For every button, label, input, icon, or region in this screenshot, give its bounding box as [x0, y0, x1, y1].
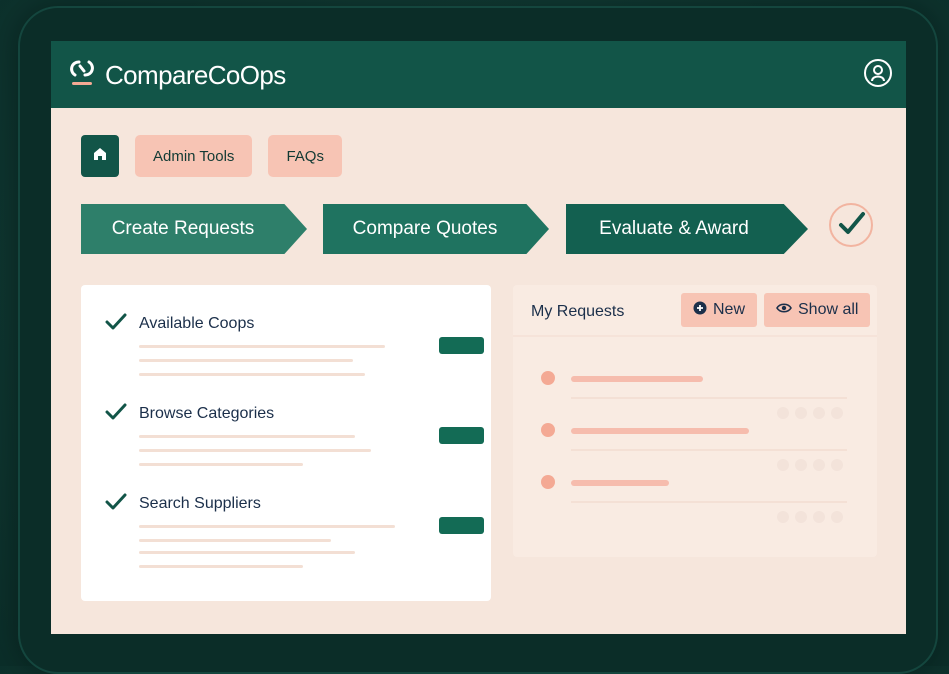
step-evaluate-award[interactable]: Evaluate & Award: [566, 204, 808, 254]
check-icon: [105, 313, 127, 336]
placeholder-line: [571, 501, 847, 503]
eye-icon: [776, 301, 792, 319]
placeholder-line: [139, 345, 385, 348]
show-all-button[interactable]: Show all: [764, 293, 871, 327]
rating-stars: [777, 459, 843, 471]
brand[interactable]: CompareCoOps: [69, 57, 286, 93]
request-status-dot: [541, 423, 555, 437]
request-placeholder-bar: [571, 428, 749, 434]
task-title: Search Suppliers: [139, 495, 261, 512]
top-bar: CompareCoOps: [51, 41, 906, 108]
admin-tools-button[interactable]: Admin Tools: [135, 135, 253, 177]
home-icon: [92, 146, 108, 167]
show-all-label: Show all: [798, 301, 859, 318]
request-placeholder-bar: [571, 376, 703, 382]
placeholder-line: [139, 373, 365, 376]
placeholder-line: [571, 397, 847, 399]
task-action-button[interactable]: [439, 337, 484, 354]
step-create-requests[interactable]: Create Requests: [81, 204, 307, 254]
check-icon: [105, 403, 127, 426]
request-status-dot: [541, 475, 555, 489]
placeholder-line: [139, 525, 395, 528]
new-request-button[interactable]: New: [681, 293, 758, 327]
plus-circle-icon: [693, 301, 707, 320]
task-title: Available Coops: [139, 315, 255, 332]
nav-bar: Admin Tools FAQs: [81, 135, 342, 177]
faqs-button[interactable]: FAQs: [268, 135, 342, 177]
placeholder-line: [139, 565, 303, 568]
placeholder-line: [139, 449, 371, 452]
app-screen: CompareCoOps Admin Tools FAQs Create Req…: [51, 41, 906, 634]
step-label: Compare Quotes: [352, 218, 498, 239]
my-requests-title: My Requests: [531, 303, 625, 320]
home-button[interactable]: [81, 135, 119, 177]
placeholder-line: [139, 539, 331, 542]
task-title: Browse Categories: [139, 405, 275, 422]
check-icon: [105, 493, 127, 516]
link-logo-icon: [69, 58, 95, 93]
rating-stars: [777, 511, 843, 523]
placeholder-line: [139, 435, 355, 438]
my-requests-panel: My Requests New Show all: [513, 285, 877, 557]
step-compare-quotes[interactable]: Compare Quotes: [323, 204, 549, 254]
request-placeholder-bar: [571, 480, 669, 486]
placeholder-line: [139, 359, 353, 362]
task-action-button[interactable]: [439, 427, 484, 444]
placeholder-line: [139, 551, 355, 554]
request-status-dot: [541, 371, 555, 385]
placeholder-line: [139, 463, 303, 466]
divider: [513, 335, 877, 337]
rating-stars: [777, 407, 843, 419]
user-profile-icon[interactable]: [864, 59, 892, 87]
new-request-label: New: [713, 301, 746, 318]
step-label: Evaluate & Award: [599, 218, 749, 239]
placeholder-line: [571, 449, 847, 451]
task-action-button[interactable]: [439, 517, 484, 534]
completion-check-icon: [829, 203, 873, 247]
app-name: CompareCoOps: [105, 59, 286, 90]
tasks-card: Available Coops Browse Categories Search…: [81, 285, 491, 601]
step-label: Create Requests: [111, 218, 255, 239]
